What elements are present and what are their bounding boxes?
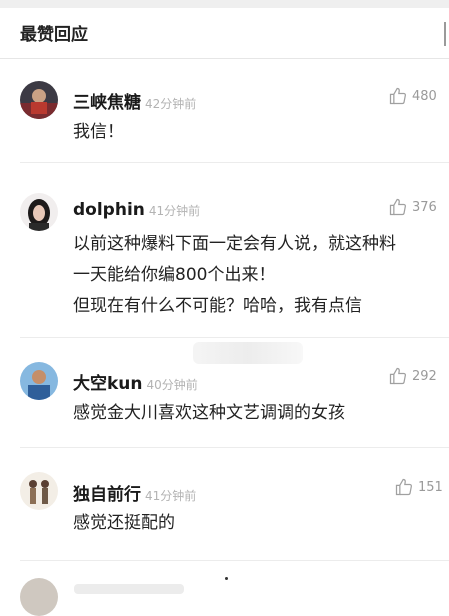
avatar[interactable] bbox=[20, 578, 58, 616]
like-count: 151 bbox=[418, 479, 443, 495]
username-text[interactable]: dolphin bbox=[73, 200, 145, 220]
timestamp: 41分钟前 bbox=[148, 204, 201, 218]
thumbs-up-icon bbox=[395, 478, 412, 496]
comment-text: 感觉还挺配的 bbox=[73, 508, 439, 539]
username-text[interactable]: 三峡焦糖 bbox=[73, 93, 141, 113]
divider bbox=[0, 58, 449, 59]
comment-line: 感觉金大川喜欢这种文艺调调的女孩 bbox=[73, 403, 345, 423]
status-bar-strip bbox=[0, 0, 449, 8]
comment-line: 以前这种爆料下面一定会有人说，就这种料 bbox=[73, 234, 396, 254]
timestamp: 42分钟前 bbox=[145, 97, 197, 111]
username-text[interactable]: 大空kun bbox=[73, 374, 143, 394]
avatar[interactable] bbox=[20, 81, 58, 119]
scrollbar[interactable] bbox=[444, 22, 446, 46]
timestamp: 41分钟前 bbox=[145, 489, 197, 503]
avatar[interactable] bbox=[20, 472, 58, 510]
comment-text: 我信！ bbox=[73, 117, 439, 148]
redacted-blur bbox=[193, 342, 303, 364]
comment-line: 一天能给你编800个出来！ bbox=[73, 265, 276, 285]
comment-line: 但现在有什么不可能？哈哈，我有点信 bbox=[73, 296, 362, 316]
thumbs-up-icon bbox=[389, 198, 406, 216]
timestamp: 40分钟前 bbox=[146, 378, 198, 392]
username[interactable]: 大空kun 40分钟前 bbox=[73, 369, 198, 394]
divider bbox=[20, 337, 449, 338]
like-button[interactable]: 151 bbox=[394, 477, 443, 497]
divider bbox=[20, 447, 449, 448]
comment-line: 我信！ bbox=[73, 122, 124, 142]
like-button[interactable]: 376 bbox=[388, 197, 437, 217]
thumbs-up-icon bbox=[389, 367, 406, 385]
redacted-blur bbox=[74, 584, 184, 594]
like-button[interactable]: 480 bbox=[388, 86, 437, 106]
comment-line: 感觉还挺配的 bbox=[73, 513, 175, 533]
comment-text: 以前这种爆料下面一定会有人说，就这种料 一天能给你编800个出来！ 但现在有什么… bbox=[73, 229, 439, 322]
like-count: 292 bbox=[412, 368, 437, 384]
like-button[interactable]: 292 bbox=[388, 366, 437, 386]
like-count: 480 bbox=[412, 88, 437, 104]
divider bbox=[20, 560, 449, 561]
comment-text: 感觉金大川喜欢这种文艺调调的女孩 bbox=[73, 398, 439, 429]
avatar[interactable] bbox=[20, 362, 58, 400]
like-count: 376 bbox=[412, 199, 437, 215]
divider bbox=[20, 162, 449, 163]
username[interactable]: 独自前行 41分钟前 bbox=[73, 480, 196, 505]
username[interactable]: dolphin 41分钟前 bbox=[73, 200, 200, 220]
comment-item-partial bbox=[0, 570, 449, 616]
thumbs-up-icon bbox=[389, 87, 406, 105]
username-text[interactable]: 独自前行 bbox=[73, 485, 141, 505]
avatar[interactable] bbox=[20, 193, 58, 231]
cursor-dot bbox=[225, 577, 228, 580]
username[interactable]: 三峡焦糖 42分钟前 bbox=[73, 88, 196, 113]
section-title: 最赞回应 bbox=[20, 25, 88, 45]
